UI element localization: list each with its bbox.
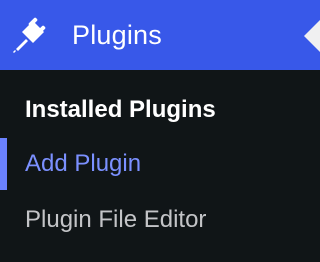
plug-icon (10, 15, 50, 55)
admin-menu-plugins: Plugins Installed Plugins Add Plugin Plu… (0, 0, 320, 262)
submenu-item-label: Installed Plugins (25, 96, 216, 123)
submenu-item-add-plugin[interactable]: Add Plugin (0, 136, 320, 192)
plugins-submenu: Installed Plugins Add Plugin Plugin File… (0, 70, 320, 262)
plugins-menu-label: Plugins (72, 20, 162, 50)
submenu-item-plugin-file-editor[interactable]: Plugin File Editor (0, 192, 320, 248)
submenu-item-label: Add Plugin (25, 150, 142, 177)
plugins-menu-item[interactable]: Plugins (0, 0, 320, 70)
submenu-item-label: Plugin File Editor (25, 206, 207, 233)
submenu-item-installed-plugins[interactable]: Installed Plugins (0, 82, 320, 138)
current-menu-arrow (304, 20, 320, 52)
